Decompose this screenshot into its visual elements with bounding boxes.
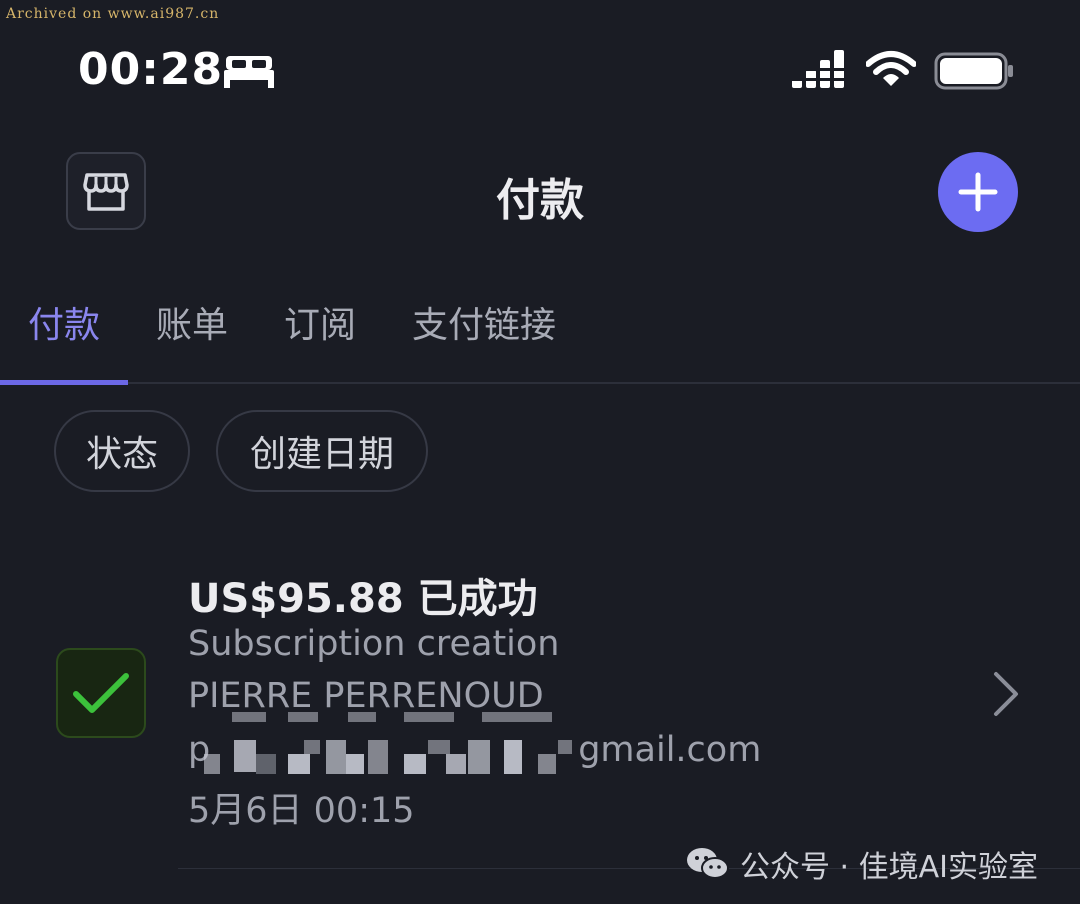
- email-suffix: gmail.com: [578, 730, 762, 770]
- battery-icon: [934, 52, 1013, 90]
- page-title: 付款: [496, 175, 584, 226]
- tab-payments[interactable]: 付款: [28, 296, 100, 348]
- status-time: 00:28: [78, 44, 224, 95]
- tab-bar: 付款 账单 订阅 支付链接: [0, 296, 1080, 386]
- archive-label: Archived on www.ai987.cn: [6, 6, 220, 22]
- signal-icon: [792, 50, 844, 88]
- watermark: 公众号 · 佳境AI实验室: [686, 842, 1038, 886]
- payment-customer-name: PIERRE PERRENOUD: [188, 676, 544, 716]
- status-success-badge: [56, 648, 146, 738]
- tab-invoices[interactable]: 账单: [156, 296, 228, 348]
- checkmark-icon: [73, 673, 129, 713]
- tab-divider: [128, 382, 1080, 384]
- filter-status-chip[interactable]: 状态: [54, 410, 190, 492]
- wifi-icon: [866, 51, 916, 86]
- chevron-right-icon[interactable]: [990, 670, 1022, 718]
- bed-icon: [224, 56, 274, 88]
- payment-amount-status: US$95.88 已成功: [188, 576, 538, 622]
- active-tab-indicator: [0, 380, 128, 385]
- tab-subscriptions[interactable]: 订阅: [284, 296, 356, 348]
- tab-payment-links[interactable]: 支付链接: [412, 296, 556, 348]
- wechat-icon: [687, 848, 729, 879]
- payment-date: 5月6日 00:15: [188, 791, 415, 831]
- payment-description: Subscription creation: [188, 624, 560, 664]
- add-payment-button[interactable]: [938, 152, 1018, 232]
- watermark-text: 公众号 · 佳境AI实验室: [740, 850, 1038, 885]
- filter-created-date-chip[interactable]: 创建日期: [216, 410, 428, 492]
- plus-icon: [958, 172, 998, 212]
